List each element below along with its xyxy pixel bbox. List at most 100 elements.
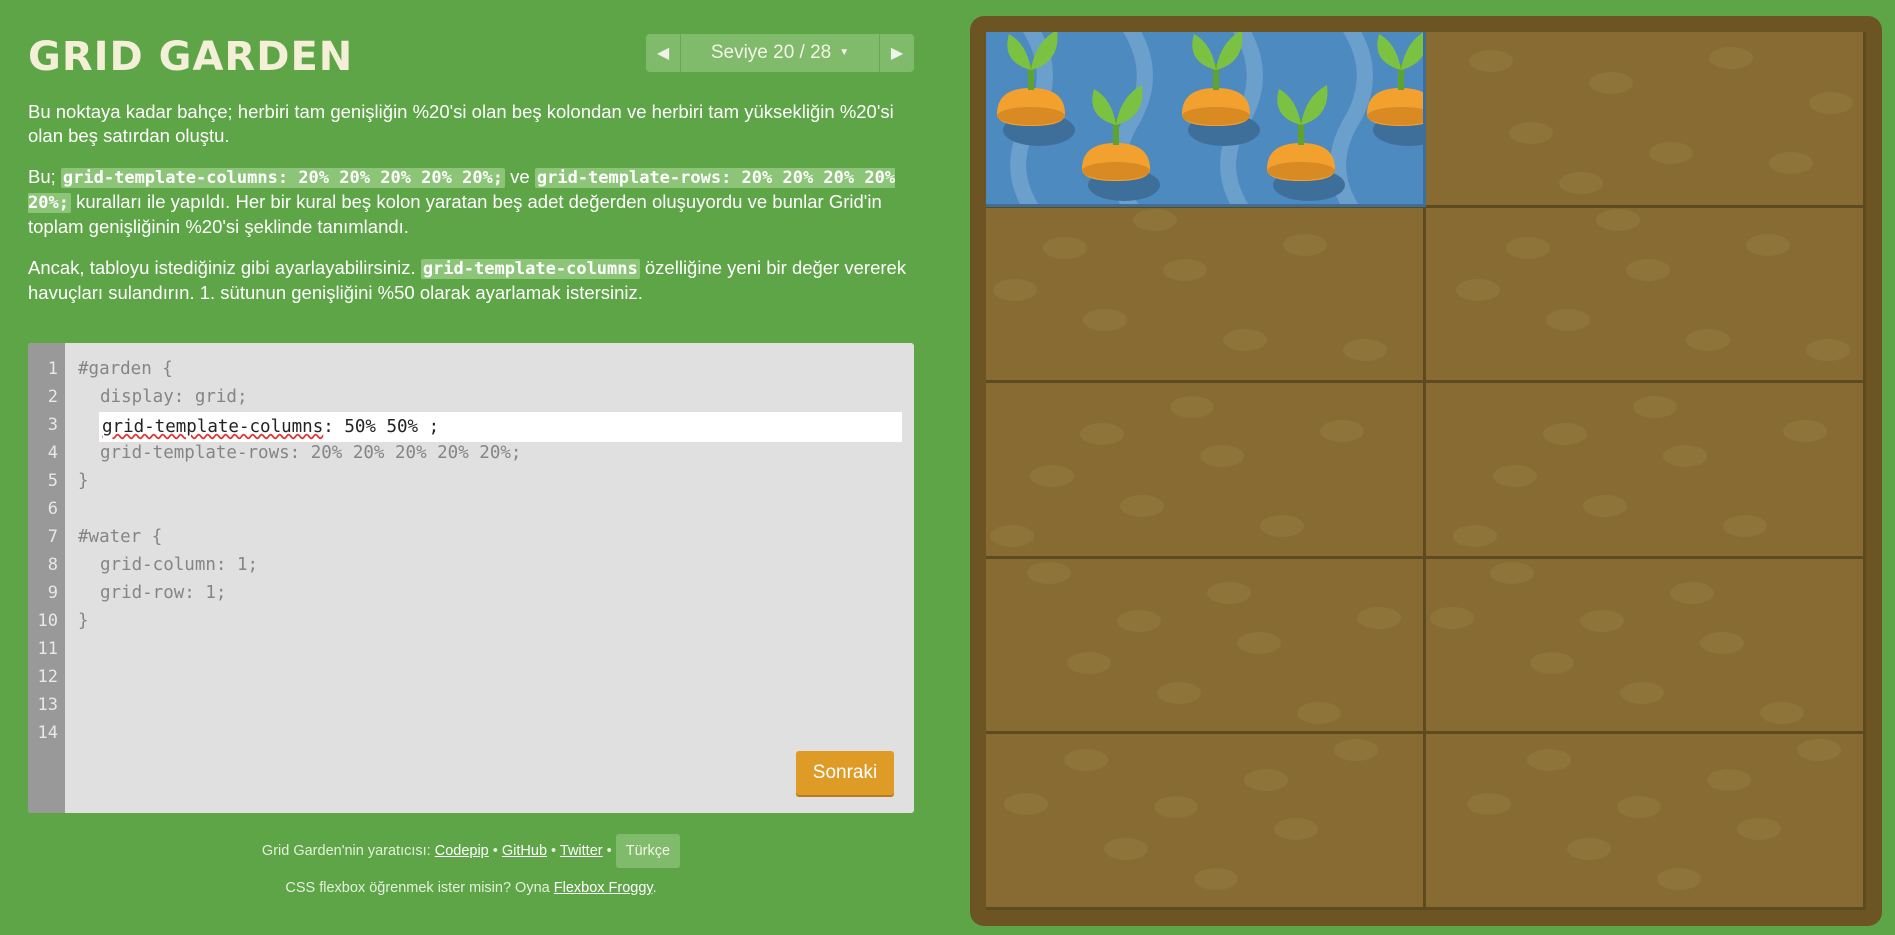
- soil-pebble: [1283, 233, 1327, 256]
- soil-pebble: [1769, 152, 1813, 174]
- soil-pebble: [1120, 495, 1164, 518]
- water-waves: [997, 32, 1423, 204]
- soil-pebble: [1064, 748, 1108, 771]
- line-number: 6: [47, 499, 58, 519]
- soil-pebble: [1467, 793, 1511, 816]
- soil-plot: [1426, 32, 1866, 208]
- soil-pebble: [1469, 50, 1513, 72]
- line-number: 12: [37, 667, 58, 687]
- line-number: 10: [37, 611, 58, 631]
- soil-pebble: [1746, 233, 1790, 256]
- twitter-link[interactable]: Twitter: [560, 843, 603, 859]
- line-number: 1: [47, 359, 58, 379]
- soil-pebble: [1343, 338, 1387, 361]
- page-title: GRID GARDEN: [28, 34, 354, 80]
- carrot-icon: [1367, 32, 1423, 146]
- soil-pebble: [1260, 515, 1304, 538]
- next-level-button[interactable]: ▶: [879, 34, 914, 72]
- soil-pebble: [1527, 748, 1571, 771]
- soil-plot: [1426, 734, 1866, 910]
- soil-plot: [986, 558, 1426, 735]
- soil-plot: [986, 207, 1426, 384]
- soil-pebble: [1567, 838, 1611, 861]
- soil-pebble: [1223, 328, 1267, 351]
- soil-pebble: [1133, 208, 1177, 231]
- line-number: 2: [47, 387, 58, 407]
- soil-plot: [986, 383, 1426, 559]
- soil-pebble: [1543, 423, 1587, 446]
- soil-pebble: [1723, 515, 1767, 538]
- froggy-text: CSS flexbox öğrenmek ister misin? Oyna: [285, 880, 554, 896]
- line-number-gutter: 1 2 3 4 5 6 7 8 9 10 11 12 13 14: [28, 343, 65, 813]
- footer-credits: Grid Garden'nin yaratıcısı: Codepip • Gi…: [28, 834, 914, 868]
- soil-pebble: [1580, 609, 1624, 632]
- soil-pebble: [1453, 525, 1497, 548]
- soil-pebble: [1157, 681, 1201, 704]
- soil-pebble: [1043, 236, 1087, 259]
- soil-pebble: [1700, 631, 1744, 654]
- soil-pebble: [1583, 495, 1627, 518]
- css-answer-input[interactable]: grid-template-columns: 50% 50% ;: [99, 412, 902, 442]
- soil-pebble: [1493, 465, 1537, 488]
- soil-pebble: [1207, 582, 1251, 605]
- soil-pebble: [1334, 738, 1378, 761]
- separator: •: [547, 843, 560, 859]
- soil-pebble: [1709, 47, 1753, 69]
- soil-pebble: [990, 525, 1034, 548]
- level-selector[interactable]: Seviye 20 / 28 ▼: [681, 42, 879, 64]
- instructions: Bu noktaya kadar bahçe; herbiri tam geni…: [28, 100, 908, 322]
- soil-pebble: [1633, 395, 1677, 418]
- soil-pebble: [1530, 651, 1574, 674]
- line-number: 7: [47, 527, 58, 547]
- soil-pebble: [1083, 308, 1127, 331]
- soil-pebble: [1067, 651, 1111, 674]
- level-label: Seviye 20 / 28: [710, 42, 832, 63]
- soil-pebble: [1274, 818, 1318, 841]
- soil-pebble: [1154, 796, 1198, 819]
- water-plot: [986, 32, 1426, 207]
- soil-pebble: [1589, 72, 1633, 94]
- soil-pebble: [1649, 142, 1693, 164]
- soil-pebble: [1617, 796, 1661, 819]
- soil-plot: [1426, 207, 1866, 384]
- code-snippet: grid-template-columns: [420, 259, 640, 279]
- soil-pebble: [1760, 701, 1804, 724]
- soil-pebble: [1490, 562, 1534, 585]
- soil-pebble: [1297, 701, 1341, 724]
- soil-pebble: [1559, 172, 1603, 194]
- flexbox-froggy-link[interactable]: Flexbox Froggy: [554, 880, 653, 896]
- next-button[interactable]: Sonraki: [796, 751, 894, 795]
- instruction-text: kuralları ile yapıldı. Her bir kural beş…: [28, 191, 882, 237]
- instruction-text: Bu;: [28, 166, 61, 187]
- code-line: display: grid;: [100, 387, 248, 407]
- soil-pebble: [1104, 838, 1148, 861]
- soil-pebble: [1809, 92, 1853, 114]
- soil-pebble: [1244, 768, 1288, 791]
- soil-pebble: [1430, 606, 1474, 629]
- code-line: grid-column: 1;: [100, 555, 259, 575]
- soil-pebble: [1506, 236, 1550, 259]
- code-line: #garden {: [78, 359, 173, 379]
- github-link[interactable]: GitHub: [502, 843, 547, 859]
- line-number: 3: [47, 415, 58, 435]
- input-value-text: : 50% 50% ;: [323, 417, 440, 437]
- line-number: 14: [37, 723, 58, 743]
- soil-pebble: [1686, 328, 1730, 351]
- previous-level-button[interactable]: ◀: [646, 34, 681, 72]
- soil-pebble: [1663, 445, 1707, 468]
- soil-pebble: [1456, 278, 1500, 301]
- soil-pebble: [1626, 258, 1670, 281]
- soil-pebble: [1080, 423, 1124, 446]
- garden: [986, 32, 1866, 910]
- line-number: 11: [37, 639, 58, 659]
- code-line: }: [78, 471, 89, 491]
- garden-frame: [970, 16, 1882, 926]
- soil-pebble: [1670, 582, 1714, 605]
- codepip-link[interactable]: Codepip: [435, 843, 489, 859]
- triangle-right-icon: ▶: [890, 45, 904, 62]
- soil-pebble: [1320, 420, 1364, 443]
- froggy-suffix: .: [652, 880, 657, 896]
- code-line: grid-row: 1;: [100, 583, 227, 603]
- language-button[interactable]: Türkçe: [615, 834, 681, 868]
